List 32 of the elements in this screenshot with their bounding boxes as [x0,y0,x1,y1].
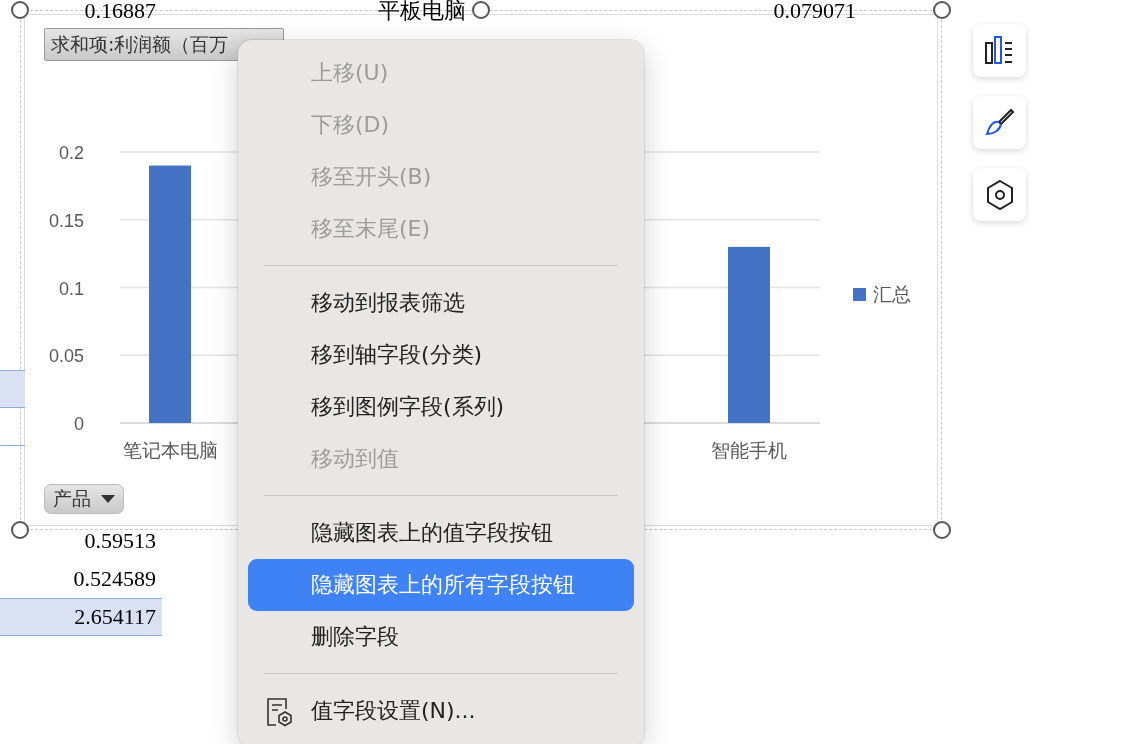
axis-label: 0.05 [48,346,84,367]
table-cell: 0.16887 [84,0,156,24]
table-cell: 2.654117 [74,604,156,630]
axis-label: 0 [74,414,84,434]
selection-handle[interactable] [11,1,29,19]
category-label: 笔记本电脑 [122,439,218,461]
selection-handle[interactable] [933,1,951,19]
axis-label: 0.15 [48,210,84,231]
axis-label: 0.1 [58,278,84,299]
menu-item[interactable]: 隐藏图表上的值字段按钮 [248,507,634,559]
dropdown-arrow-icon [101,495,115,503]
selection-handle[interactable] [933,521,951,539]
table-cell: 0.59513 [84,528,156,554]
table-cell: 0.524589 [73,566,156,592]
legend-label: 汇总 [873,283,911,305]
chart-tool-button[interactable] [973,96,1026,149]
menu-item[interactable]: 删除字段 [248,611,634,663]
menu-item[interactable]: 隐藏图表上的所有字段按钮 [248,559,634,611]
menu-item[interactable]: 值字段设置(N)... [248,685,634,737]
chart-tool-button[interactable] [973,24,1026,77]
menu-item[interactable]: 移动到报表筛选 [248,277,634,329]
chart-tool-button[interactable] [973,168,1026,221]
table-cell [0,370,25,408]
menu-item[interactable]: 移到轴字段(分类) [248,329,634,381]
axis-label: 0.2 [58,143,84,163]
menu-item[interactable]: 移到图例字段(系列) [248,381,634,433]
category-label: 智能手机 [711,439,787,461]
selection-handle[interactable] [11,521,29,539]
axis-field-button[interactable]: 产品 [44,484,124,514]
settings-document-icon [266,697,294,727]
selection-handle[interactable] [472,1,490,19]
table-cell: 0.079071 [773,0,856,24]
